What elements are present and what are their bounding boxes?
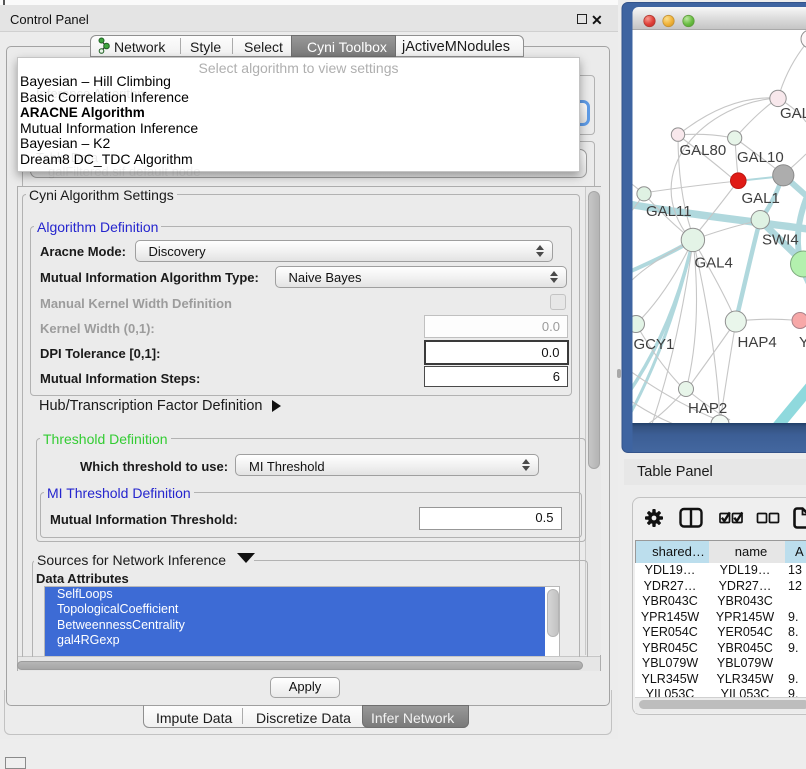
svg-text:GAL10: GAL10 bbox=[737, 149, 784, 166]
svg-text:GAL1: GAL1 bbox=[742, 190, 780, 207]
svg-text:GAL11: GAL11 bbox=[646, 203, 692, 220]
svg-text:GAL7: GAL7 bbox=[780, 105, 806, 122]
svg-text:Y: Y bbox=[799, 334, 806, 351]
svg-text:HAP4: HAP4 bbox=[738, 334, 777, 351]
svg-text:GAL80: GAL80 bbox=[680, 142, 727, 159]
svg-text:GCY1: GCY1 bbox=[634, 336, 675, 353]
svg-text:SWI4: SWI4 bbox=[762, 232, 799, 249]
svg-text:GAL4: GAL4 bbox=[695, 255, 733, 272]
svg-text:HAP2: HAP2 bbox=[688, 400, 727, 417]
